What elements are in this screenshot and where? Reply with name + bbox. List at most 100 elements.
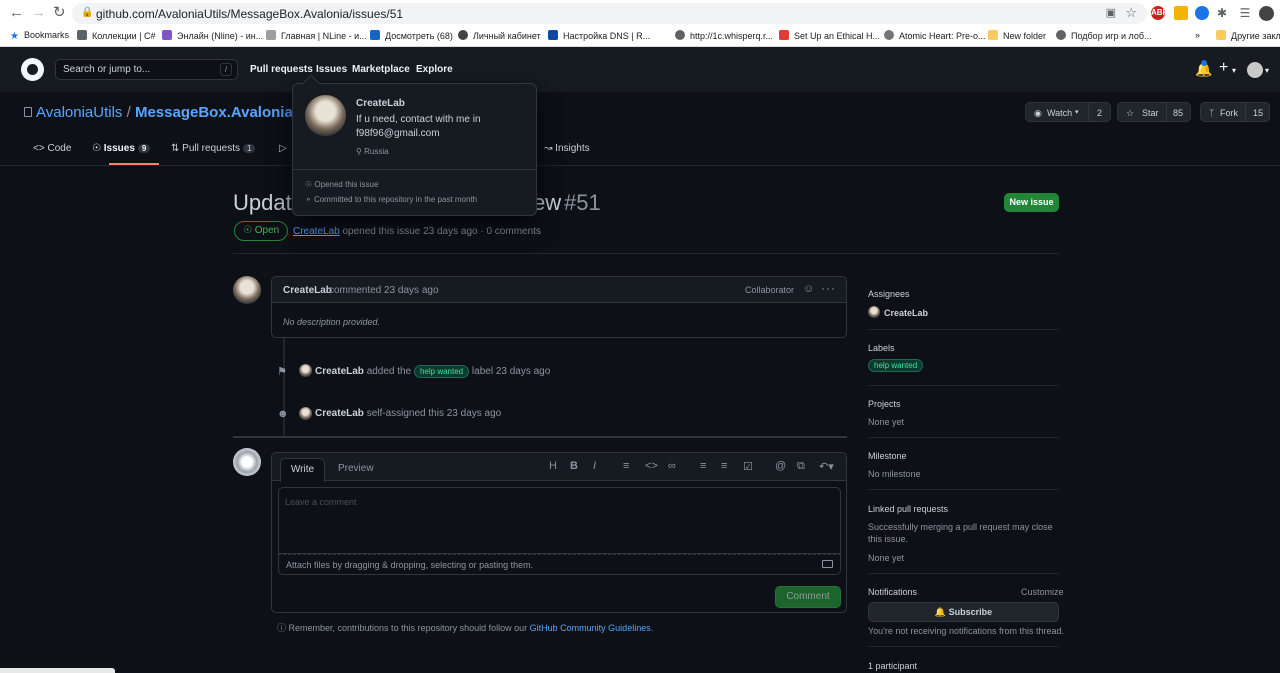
comment-submit-button[interactable]: Comment — [775, 586, 841, 608]
tab-write[interactable]: Write — [280, 458, 325, 482]
fork-icon: ᛉ — [1209, 108, 1215, 118]
numbered-list-icon[interactable]: ≡ — [721, 460, 727, 472]
fork-count[interactable]: 15 — [1253, 108, 1263, 118]
comment-timestamp[interactable]: commented 23 days ago — [329, 285, 439, 296]
bookmark-item[interactable]: Личный кабинет — [458, 30, 541, 41]
avatar[interactable] — [233, 276, 261, 304]
profile-avatar-icon[interactable] — [1259, 6, 1274, 21]
chevron-down-icon[interactable]: ▾ — [1265, 66, 1269, 75]
user-avatar[interactable] — [1247, 62, 1263, 78]
nav-issues[interactable]: Issues — [316, 64, 347, 75]
bookmark-item[interactable]: Set Up an Ethical H... — [779, 30, 880, 41]
star-icon: ☆ — [1126, 108, 1135, 118]
customize-link[interactable]: Customize — [1021, 587, 1064, 597]
bookmark-item[interactable]: Atomic Heart: Pre-o... — [884, 30, 986, 41]
github-logo-icon[interactable] — [21, 58, 44, 81]
comment-author-link[interactable]: CreateLab — [283, 285, 332, 296]
projects-heading[interactable]: Projects — [868, 399, 901, 409]
tab-preview[interactable]: Preview — [338, 463, 374, 474]
assignee-link[interactable]: CreateLab — [884, 308, 928, 318]
star-button[interactable]: ☆ Star 85 — [1117, 102, 1191, 122]
extensions-puzzle-icon[interactable]: ✱ — [1215, 6, 1229, 20]
avatar[interactable] — [299, 364, 312, 377]
star-count[interactable]: 85 — [1173, 108, 1183, 118]
adblock-icon[interactable]: ABP — [1151, 6, 1168, 20]
watch-count[interactable]: 2 — [1097, 108, 1102, 118]
task-list-icon[interactable]: ☑ — [743, 460, 753, 473]
new-issue-button[interactable]: New issue — [1004, 193, 1059, 212]
watch-button[interactable]: ◉ Watch ▾ 2 — [1025, 102, 1111, 122]
attach-files-area[interactable]: Attach files by dragging & dropping, sel… — [278, 554, 841, 575]
reload-icon[interactable]: ↻ — [53, 5, 66, 21]
milestone-heading[interactable]: Milestone — [868, 451, 907, 461]
bookmark-item[interactable]: Настройка DNS | R... — [548, 30, 650, 41]
address-bar[interactable]: 🔒 github.com/AvaloniaUtils/MessageBox.Av… — [72, 3, 1147, 24]
nav-pull-requests[interactable]: Pull requests — [250, 64, 313, 75]
translate-icon[interactable]: ▣ — [1106, 6, 1116, 19]
bookmark-item[interactable]: New folder — [988, 30, 1046, 41]
repo-owner-link[interactable]: AvaloniaUtils — [36, 104, 122, 121]
back-arrow-icon[interactable]: ← — [9, 5, 24, 21]
link-icon[interactable]: ∞ — [668, 460, 676, 472]
status-badge: ☉ Open — [234, 221, 289, 241]
avatar[interactable] — [868, 306, 880, 318]
bookmark-item[interactable]: http://1c.whisperq.r... — [675, 30, 773, 41]
url-text[interactable]: github.com/AvaloniaUtils/MessageBox.Aval… — [96, 7, 403, 21]
hovercard-opened: ☉ Opened this issue — [305, 180, 379, 189]
nav-explore[interactable]: Explore — [416, 64, 453, 75]
labels-heading[interactable]: Labels — [868, 343, 895, 353]
tab-insights[interactable]: ↝ Insights — [544, 143, 590, 154]
linked-prs-heading[interactable]: Linked pull requests — [868, 504, 948, 514]
author-link[interactable]: CreateLab — [293, 226, 340, 237]
bookmark-item[interactable]: Досмотреть (68) — [370, 30, 453, 41]
repo-name-link[interactable]: MessageBox.Avalonia — [135, 104, 293, 121]
quote-icon[interactable]: ≡ — [623, 460, 629, 472]
avatar[interactable] — [233, 448, 261, 476]
extension-blue-icon[interactable] — [1195, 6, 1209, 20]
chevron-down-icon[interactable]: ▾ — [1232, 66, 1236, 75]
search-input[interactable]: Search or jump to... / — [55, 59, 238, 80]
subscribe-button[interactable]: 🔔 Subscribe — [868, 602, 1059, 622]
bold-icon[interactable]: B — [570, 460, 578, 472]
kebab-menu-icon[interactable]: ··· — [821, 281, 836, 295]
tab-code[interactable]: <> Code — [33, 143, 71, 154]
label-help-wanted[interactable]: help wanted — [868, 359, 924, 372]
nav-marketplace[interactable]: Marketplace — [352, 64, 410, 75]
comment-textarea[interactable]: Leave a comment — [278, 487, 841, 554]
mention-icon[interactable]: @ — [775, 460, 786, 472]
bookmark-item[interactable]: Подбор игр и лоб... — [1056, 30, 1152, 41]
media-control-icon[interactable]: ☰ — [1238, 6, 1252, 20]
smiley-reaction-icon[interactable]: ☺ — [803, 283, 814, 295]
tab-issues[interactable]: ☉ Issues 9 — [92, 143, 151, 154]
create-new-plus-icon[interactable]: + — [1219, 59, 1228, 77]
avatar[interactable] — [299, 407, 312, 420]
tab-pull-requests[interactable]: ⇅ Pull requests 1 — [171, 143, 256, 154]
code-icon[interactable]: <> — [645, 460, 658, 472]
bookmark-item[interactable]: Энлайн (Nline) - ин... — [162, 30, 263, 41]
markdown-icon[interactable] — [822, 560, 833, 568]
issue-title-tail: ew — [533, 190, 562, 215]
cross-reference-icon[interactable]: ⧉ — [797, 460, 805, 473]
bookmark-item[interactable]: Коллекции | C# — [77, 30, 156, 41]
fork-button[interactable]: ᛉ Fork 15 — [1200, 102, 1270, 122]
star-bookmark-icon[interactable]: ☆ — [1125, 5, 1137, 21]
heading-icon[interactable]: H — [549, 460, 557, 472]
hovercard-avatar[interactable] — [305, 95, 346, 136]
extension-notes-icon[interactable] — [1174, 6, 1188, 20]
event-author-link[interactable]: CreateLab — [315, 366, 364, 377]
assignees-heading[interactable]: Assignees — [868, 289, 910, 299]
hovercard-username[interactable]: CreateLab — [356, 98, 405, 109]
tab-actions[interactable]: ▷ — [279, 143, 287, 154]
bookmark-item[interactable]: ★ Bookmarks — [10, 30, 69, 42]
other-bookmarks[interactable]: Другие закл — [1216, 30, 1280, 41]
divider — [868, 329, 1059, 330]
italic-icon[interactable]: I — [593, 460, 596, 472]
community-guidelines-link[interactable]: GitHub Community Guidelines — [530, 623, 651, 633]
bookmarks-overflow[interactable]: » — [1195, 30, 1200, 40]
reply-icon[interactable]: ↶▾ — [819, 460, 834, 473]
forward-arrow-icon[interactable]: → — [31, 5, 46, 21]
bookmark-item[interactable]: Главная | NLine - и... — [266, 30, 367, 41]
label-help-wanted[interactable]: help wanted — [413, 365, 470, 378]
bulleted-list-icon[interactable]: ≡ — [700, 460, 706, 472]
event-author-link[interactable]: CreateLab — [315, 408, 364, 419]
